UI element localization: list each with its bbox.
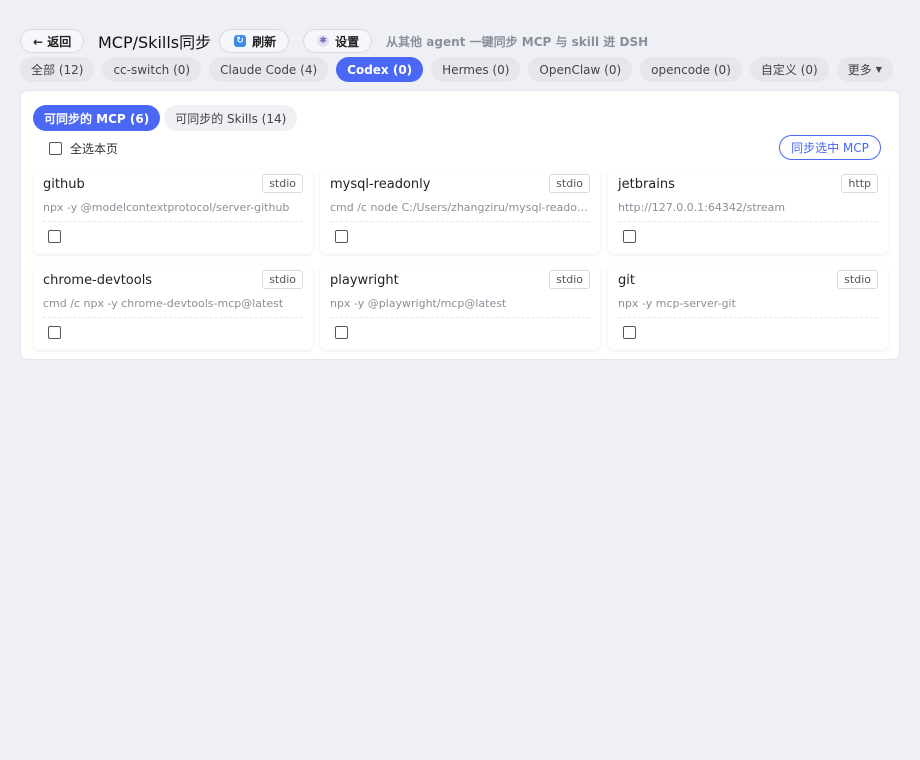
mcp-card: chrome-devtools stdio cmd /c npx -y chro…	[33, 265, 313, 350]
mcp-card: jetbrains http http://127.0.0.1:64342/st…	[608, 169, 888, 254]
card-divider	[43, 221, 303, 222]
mcp-name: chrome-devtools	[43, 273, 153, 288]
caret-down-icon: ▼	[875, 65, 882, 74]
mcp-card: mysql-readonly stdio cmd /c node C:/User…	[320, 169, 600, 254]
select-all[interactable]: 全选本页	[49, 140, 118, 157]
filter-claude-code[interactable]: Claude Code (4)	[209, 57, 329, 82]
select-all-label: 全选本页	[70, 142, 119, 156]
sync-panel: 可同步的 MCP (6) 可同步的 Skills (14) 全选本页 同步选中 …	[20, 90, 900, 360]
filter-all[interactable]: 全部 (12)	[20, 57, 95, 82]
mcp-card: git stdio npx -y mcp-server-git	[608, 265, 888, 350]
mcp-command: http://127.0.0.1:64342/stream	[618, 201, 786, 214]
mcp-command: cmd /c node C:/Users/zhangziru/mysql-rea…	[330, 201, 590, 214]
mcp-command: npx -y @playwright/mcp@latest	[330, 297, 507, 310]
refresh-icon: ↻	[234, 35, 247, 47]
mcp-select-checkbox[interactable]	[335, 326, 348, 339]
card-divider	[618, 317, 878, 318]
mcp-select-checkbox[interactable]	[48, 230, 61, 243]
mcp-name: github	[43, 177, 85, 192]
mcp-command: npx -y @modelcontextprotocol/server-gith…	[43, 201, 290, 214]
card-divider	[330, 317, 590, 318]
transport-badge: stdio	[262, 174, 303, 193]
transport-badge: stdio	[837, 270, 878, 289]
page-title: MCP/Skills同步	[98, 33, 212, 52]
filter-cc-switch[interactable]: cc-switch (0)	[102, 57, 202, 82]
transport-badge: stdio	[549, 174, 590, 193]
filter-opencode[interactable]: opencode (0)	[640, 57, 742, 82]
filter-hermes[interactable]: Hermes (0)	[431, 57, 521, 82]
mcp-select-checkbox[interactable]	[623, 230, 636, 243]
mcp-card: github stdio npx -y @modelcontextprotoco…	[33, 169, 313, 254]
back-button[interactable]: ← 返回	[20, 29, 84, 53]
mcp-name: mysql-readonly	[330, 177, 431, 192]
card-divider	[43, 317, 303, 318]
mcp-select-checkbox[interactable]	[335, 230, 348, 243]
filter-custom[interactable]: 自定义 (0)	[749, 57, 829, 82]
tab-skills[interactable]: 可同步的 Skills (14)	[164, 105, 298, 131]
mcp-command: cmd /c npx -y chrome-devtools-mcp@latest	[43, 297, 284, 310]
filter-more[interactable]: 更多 ▼	[836, 57, 893, 82]
card-divider	[618, 221, 878, 222]
header: ← 返回 MCP/Skills同步 ↻ 刷新 ✱ 设置 从其他 agent 一键…	[20, 28, 648, 54]
settings-button[interactable]: ✱ 设置	[303, 29, 373, 53]
mcp-name: jetbrains	[618, 177, 675, 192]
mcp-name: playwright	[330, 273, 399, 288]
page-subtitle: 从其他 agent 一键同步 MCP 与 skill 进 DSH	[386, 34, 649, 49]
sync-selected-mcp-button[interactable]: 同步选中 MCP	[779, 135, 881, 160]
settings-label: 设置	[335, 34, 360, 49]
source-filter-bar: 全部 (12) cc-switch (0) Claude Code (4) Co…	[20, 57, 893, 82]
transport-badge: http	[841, 174, 878, 193]
tab-mcp[interactable]: 可同步的 MCP (6)	[33, 105, 161, 131]
refresh-label: 刷新	[252, 34, 277, 49]
mcp-card: playwright stdio npx -y @playwright/mcp@…	[320, 265, 600, 350]
card-divider	[330, 221, 590, 222]
transport-badge: stdio	[549, 270, 590, 289]
filter-openclaw[interactable]: OpenClaw (0)	[528, 57, 633, 82]
select-all-checkbox[interactable]	[49, 142, 62, 155]
mcp-name: git	[618, 273, 635, 288]
mcp-select-checkbox[interactable]	[623, 326, 636, 339]
mcp-command: npx -y mcp-server-git	[618, 297, 736, 310]
transport-badge: stdio	[262, 270, 303, 289]
filter-codex[interactable]: Codex (0)	[336, 57, 424, 82]
gear-icon: ✱	[317, 35, 330, 47]
sync-type-tabs: 可同步的 MCP (6) 可同步的 Skills (14)	[33, 105, 298, 131]
filter-more-label: 更多	[847, 63, 872, 77]
refresh-button[interactable]: ↻ 刷新	[219, 29, 290, 53]
mcp-select-checkbox[interactable]	[48, 326, 61, 339]
